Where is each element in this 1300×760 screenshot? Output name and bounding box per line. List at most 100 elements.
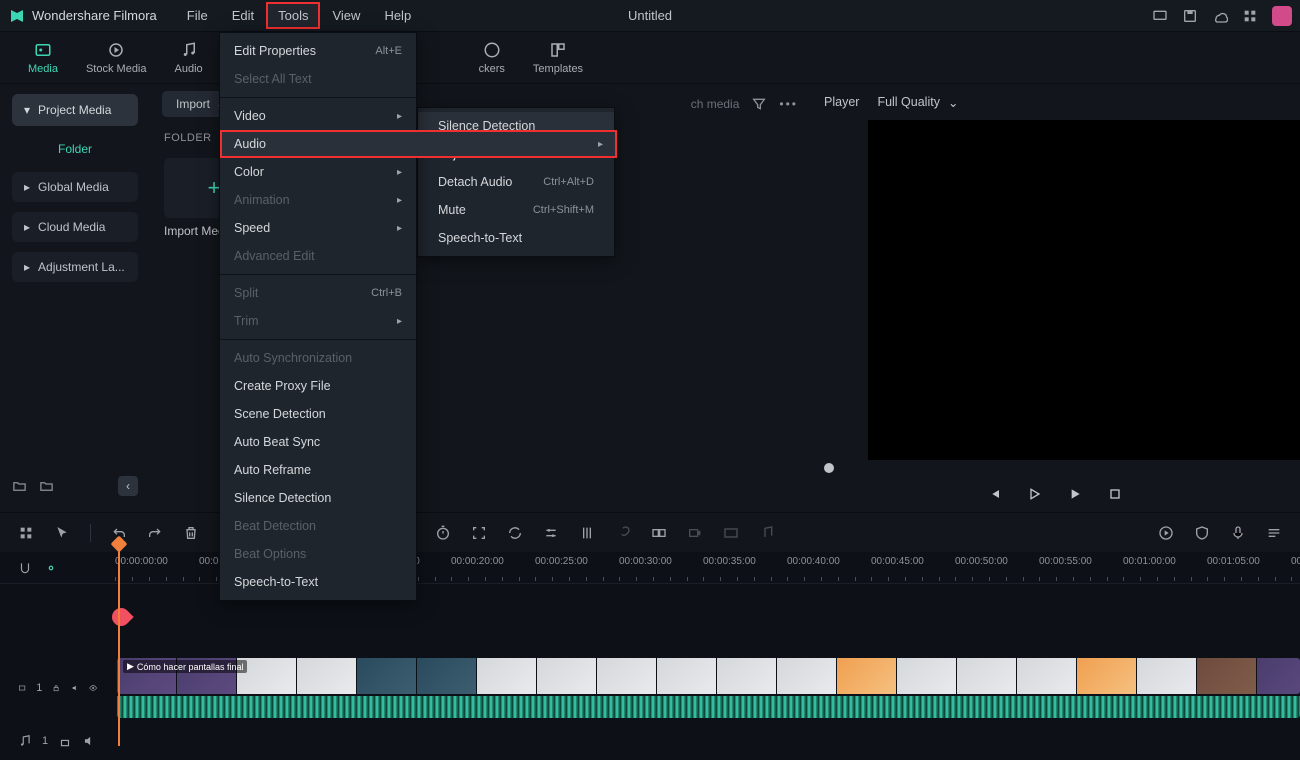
video-clip[interactable]: ▶Cómo hacer pantallas final (117, 658, 1300, 694)
dd-beat-options: Beat Options (220, 540, 416, 568)
sub-detach-audio[interactable]: Detach AudioCtrl+Alt+D (418, 168, 614, 196)
refresh-icon[interactable] (507, 525, 523, 541)
playhead[interactable] (118, 544, 120, 746)
link-track-icon[interactable] (44, 561, 58, 575)
player-label: Player (824, 95, 859, 109)
dd-edit-properties[interactable]: Edit PropertiesAlt+E (220, 37, 416, 65)
mute-icon[interactable] (71, 681, 79, 695)
search-placeholder[interactable]: ch media (691, 97, 740, 111)
tab-label: Audio (175, 63, 203, 75)
audio-track: 1 (0, 722, 1300, 760)
toolbar-right (1158, 525, 1282, 541)
marker-icon[interactable] (108, 604, 133, 629)
menu-edit[interactable]: Edit (220, 2, 266, 29)
tab-templates[interactable]: Templates (533, 41, 583, 75)
player-canvas[interactable] (868, 120, 1300, 460)
dd-silence-detection[interactable]: Silence Detection (220, 484, 416, 512)
sidebar-footer: ‹ (12, 470, 138, 502)
audio-icon (180, 41, 198, 59)
play-icon[interactable] (1067, 486, 1083, 502)
video-track: 1 ▶Cómo hacer pantallas final (0, 654, 1300, 722)
dd-auto-reframe[interactable]: Auto Reframe (220, 456, 416, 484)
dd-create-proxy[interactable]: Create Proxy File (220, 372, 416, 400)
menu-tools[interactable]: Tools (266, 2, 320, 29)
sidebar-item-cloud[interactable]: ▸Cloud Media (12, 212, 138, 242)
focus-icon[interactable] (471, 525, 487, 541)
grid-tool-icon[interactable] (18, 525, 34, 541)
progress-handle[interactable] (824, 463, 834, 473)
tab-stock-media[interactable]: Stock Media (86, 41, 147, 75)
eye-icon[interactable] (89, 681, 97, 695)
video-track-content[interactable]: ▶Cómo hacer pantallas final (115, 654, 1300, 722)
list-icon[interactable] (1266, 525, 1282, 541)
tab-media[interactable]: Media (28, 41, 58, 75)
time-mark: 00:00:40:00 (787, 556, 840, 567)
render-icon[interactable] (1158, 525, 1174, 541)
link-icon[interactable] (615, 525, 631, 541)
time-mark: 00:00:20:00 (451, 556, 504, 567)
sidebar: ▾ Project Media Folder ▸Global Media ▸Cl… (0, 84, 150, 512)
menu-help[interactable]: Help (372, 2, 423, 29)
redo-icon[interactable] (147, 525, 163, 541)
grid-icon[interactable] (1242, 8, 1258, 24)
dd-speech-to-text[interactable]: Speech-to-Text (220, 568, 416, 596)
cloud-upload-icon[interactable] (1212, 8, 1228, 24)
folder-add-icon[interactable] (12, 479, 27, 494)
folder-icon[interactable] (39, 479, 54, 494)
sidebar-item-global[interactable]: ▸Global Media (12, 172, 138, 202)
screen-icon[interactable] (1152, 8, 1168, 24)
music-note-icon[interactable] (759, 525, 775, 541)
player-progress[interactable] (810, 460, 1300, 476)
premium-gem-icon[interactable] (1272, 6, 1292, 26)
mic-icon[interactable] (1230, 525, 1246, 541)
menubar-right (1152, 6, 1292, 26)
dd-beat-detection: Beat Detection (220, 512, 416, 540)
dd-split: SplitCtrl+B (220, 279, 416, 307)
stop-icon[interactable] (1107, 486, 1123, 502)
sub-speech-to-text[interactable]: Speech-to-Text (418, 224, 614, 252)
more-icon[interactable]: ••• (779, 97, 798, 111)
time-mark: 00:00:25:00 (535, 556, 588, 567)
sub-mute[interactable]: MuteCtrl+Shift+M (418, 196, 614, 224)
sidebar-item-adjustment[interactable]: ▸Adjustment La... (12, 252, 138, 282)
save-icon[interactable] (1182, 8, 1198, 24)
tab-label: Stock Media (86, 63, 147, 75)
media-icon (34, 41, 52, 59)
shield-icon[interactable] (1194, 525, 1210, 541)
subtitle-icon[interactable] (723, 525, 739, 541)
delete-icon[interactable] (183, 525, 199, 541)
dd-auto-beat-sync[interactable]: Auto Beat Sync (220, 428, 416, 456)
tab-label: ckers (479, 63, 505, 75)
play-pause-icon[interactable] (1027, 486, 1043, 502)
audio-waveform[interactable] (117, 696, 1300, 718)
tab-stickers[interactable]: ckers (479, 41, 505, 75)
adjust-icon[interactable] (543, 525, 559, 541)
dd-color[interactable]: Color (220, 158, 416, 186)
lock-icon[interactable] (52, 681, 60, 695)
dd-trim: Trim (220, 307, 416, 335)
mixer-icon[interactable] (579, 525, 595, 541)
dd-scene-detection[interactable]: Scene Detection (220, 400, 416, 428)
menu-view[interactable]: View (320, 2, 372, 29)
menu-file[interactable]: File (175, 2, 220, 29)
timer-icon[interactable] (435, 525, 451, 541)
sidebar-project-media[interactable]: ▾ Project Media (12, 94, 138, 126)
dd-speed[interactable]: Speed (220, 214, 416, 242)
tab-audio[interactable]: Audio (175, 41, 203, 75)
cursor-tool-icon[interactable] (54, 525, 70, 541)
dd-audio[interactable]: Audio (220, 130, 617, 158)
quality-dropdown[interactable]: Full Quality ⌄ (877, 95, 958, 110)
video-track-icon[interactable] (18, 681, 26, 695)
sidebar-folder[interactable]: Folder (12, 136, 138, 162)
menu-items: File Edit Tools View Help (175, 2, 423, 29)
group-icon[interactable] (651, 525, 667, 541)
magnet-icon[interactable] (18, 561, 32, 575)
record-icon[interactable] (687, 525, 703, 541)
prev-frame-icon[interactable] (987, 486, 1003, 502)
main-area: ▾ Project Media Folder ▸Global Media ▸Cl… (0, 84, 1300, 512)
filter-icon[interactable] (751, 96, 767, 112)
time-ruler[interactable]: 00:00:00:0000:00:05:0000:00:10:0000:00:1… (0, 552, 1300, 584)
collapse-sidebar-button[interactable]: ‹ (118, 476, 138, 496)
dd-video[interactable]: Video (220, 102, 416, 130)
chevron-down-icon: ▾ (24, 103, 30, 117)
